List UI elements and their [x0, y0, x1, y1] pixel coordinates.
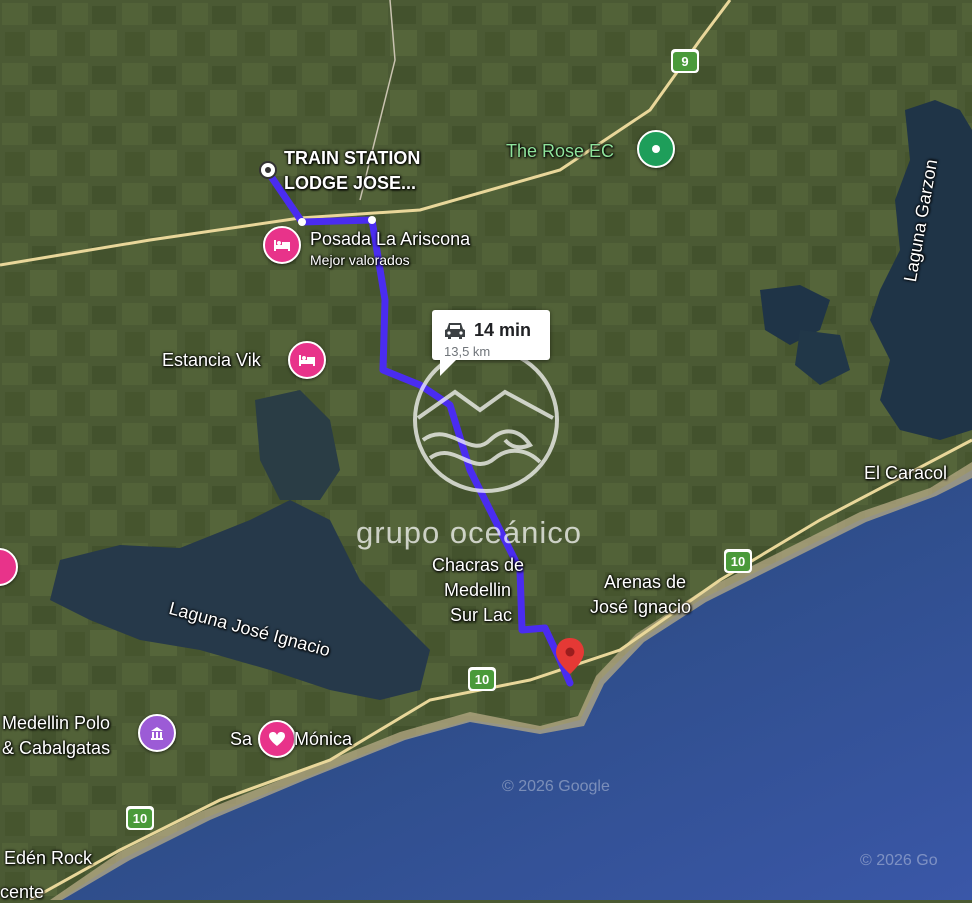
heart-pin-santa-monica[interactable] [258, 720, 296, 758]
place-label-estancia[interactable]: Estancia Vik [162, 350, 261, 371]
road-shield-10-west: 10 [126, 806, 154, 830]
car-icon [445, 323, 465, 339]
route-distance: 13,5 km [444, 344, 491, 359]
park-icon [652, 145, 660, 153]
place-label-polo-2[interactable]: & Cabalgatas [2, 738, 110, 759]
heart-icon [269, 732, 285, 746]
landmark-pin-polo[interactable] [138, 714, 176, 752]
place-label-posada[interactable]: Posada La Ariscona [310, 229, 470, 250]
landmark-icon [151, 727, 163, 740]
place-label-chacras-1[interactable]: Chacras de [432, 555, 524, 576]
lodging-pin-posada[interactable] [263, 226, 301, 264]
place-label-santa-monica-b[interactable]: Mónica [294, 729, 352, 750]
place-label-el-caracol[interactable]: El Caracol [864, 463, 947, 484]
place-sublabel-posada: Mejor valorados [310, 252, 410, 268]
place-label-polo-1[interactable]: Medellin Polo [2, 713, 110, 734]
route-duration: 14 min [474, 320, 532, 340]
place-label-santa-monica-a[interactable]: Sa [230, 729, 252, 750]
place-label-chacras-3[interactable]: Sur Lac [450, 605, 512, 626]
copyright-text-1: © 2026 Google [502, 778, 610, 795]
lodging-pin-estancia[interactable] [288, 341, 326, 379]
place-label-arenas-1[interactable]: Arenas de [604, 572, 686, 593]
road-shield-9: 9 [671, 49, 699, 73]
bed-icon [274, 240, 290, 251]
place-label-rose[interactable]: The Rose EC [506, 141, 614, 162]
bed-icon [299, 355, 315, 366]
copyright-text-2: © 2026 Go [860, 852, 938, 869]
place-label-eden-rock[interactable]: Edén Rock [4, 848, 92, 869]
brand-text: grupo oceánico [356, 515, 582, 550]
satellite-map[interactable] [0, 0, 972, 900]
road-shield-10-center: 10 [468, 667, 496, 691]
road-shield-10-east: 10 [724, 549, 752, 573]
place-label-chacras-2[interactable]: Medellin [444, 580, 511, 601]
park-pin-rose[interactable] [637, 130, 675, 168]
route-info-box[interactable]: 14 min 13,5 km [432, 310, 550, 376]
origin-label-line2[interactable]: LODGE JOSE... [284, 173, 416, 194]
origin-label-line1[interactable]: TRAIN STATION [284, 148, 420, 169]
place-label-arenas-2[interactable]: José Ignacio [590, 597, 691, 618]
